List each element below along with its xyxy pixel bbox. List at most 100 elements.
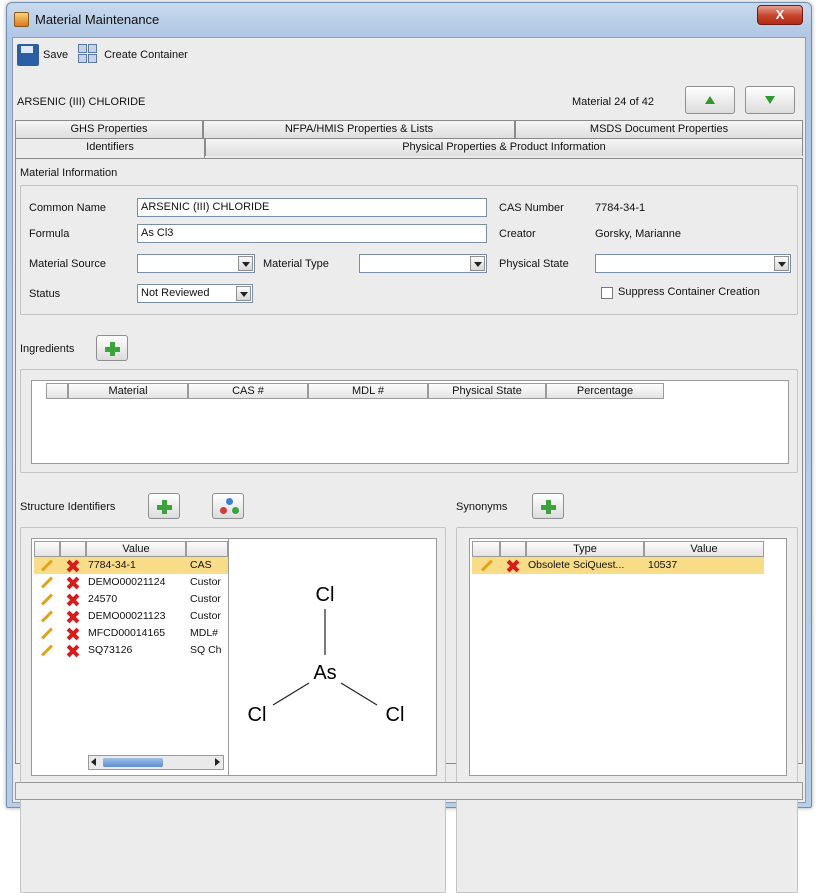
add-structure-identifier-button[interactable]: [148, 493, 180, 519]
delete-icon[interactable]: [66, 627, 80, 641]
tab-ghs-properties[interactable]: GHS Properties: [15, 120, 203, 138]
atom-cl-top: Cl: [316, 584, 335, 606]
cas-number-label: CAS Number: [499, 202, 564, 214]
material-maintenance-window: Material Maintenance X Save Create Conta…: [6, 2, 812, 893]
table-row[interactable]: MFCD00014165 MDL#: [34, 625, 228, 642]
identifier-type: Custor: [190, 593, 221, 605]
delete-icon[interactable]: [66, 576, 80, 590]
chevron-down-icon[interactable]: [236, 286, 251, 301]
ingredients-header-cas[interactable]: CAS #: [188, 383, 308, 399]
identifier-type: CAS: [190, 559, 212, 571]
toolbar: Save Create Container: [17, 42, 198, 68]
save-label: Save: [43, 49, 69, 61]
edit-pencil-icon[interactable]: [40, 593, 54, 606]
edit-pencil-icon[interactable]: [40, 576, 54, 589]
add-synonym-button[interactable]: [532, 493, 564, 519]
chevron-down-icon[interactable]: [470, 256, 485, 271]
scroll-thumb[interactable]: [103, 758, 163, 767]
tab-identifiers[interactable]: Identifiers: [15, 138, 205, 158]
identifier-value: DEMO00021123: [88, 610, 166, 622]
create-container-button[interactable]: Create Container: [78, 44, 188, 66]
structure-header-value[interactable]: Value: [86, 541, 186, 557]
ingredients-header-material[interactable]: Material: [68, 383, 188, 399]
synonyms-table[interactable]: Type Value Obsolete SciQuest... 10537: [469, 538, 787, 776]
horizontal-scrollbar[interactable]: [88, 755, 224, 770]
ingredients-header-percentage[interactable]: Percentage: [546, 383, 664, 399]
synonym-header-delete: [500, 541, 526, 557]
creator-value: Gorsky, Marianne: [595, 228, 681, 240]
ingredients-table[interactable]: Material CAS # MDL # Physical State Perc…: [31, 380, 789, 464]
table-row[interactable]: DEMO00021123 Custor: [34, 608, 228, 625]
identifier-type: Custor: [190, 576, 221, 588]
edit-pencil-icon[interactable]: [40, 644, 54, 657]
table-row[interactable]: 7784-34-1 CAS: [34, 557, 228, 574]
identifier-value: MFCD00014165: [88, 627, 166, 639]
table-row[interactable]: 24570 Custor: [34, 591, 228, 608]
save-button[interactable]: Save: [17, 44, 68, 66]
delete-icon[interactable]: [506, 559, 520, 573]
create-container-icon: [78, 44, 100, 66]
identifier-value: 7784-34-1: [88, 559, 136, 571]
synonyms-group: Type Value Obsolete SciQuest... 10537: [456, 527, 798, 893]
identifier-value: SQ73126: [88, 644, 133, 656]
identifier-type: SQ Ch: [190, 644, 222, 656]
tab-nfpa-hmis[interactable]: NFPA/HMIS Properties & Lists: [203, 120, 515, 138]
structure-header-edit: [34, 541, 60, 557]
formula-label: Formula: [29, 228, 70, 240]
edit-pencil-icon[interactable]: [480, 559, 494, 572]
material-name-header: ARSENIC (III) CHLORIDE: [17, 96, 146, 108]
next-material-button[interactable]: [745, 86, 795, 114]
creator-label: Creator: [499, 228, 536, 240]
delete-icon[interactable]: [66, 559, 80, 573]
close-button[interactable]: X: [757, 5, 803, 25]
chevron-down-icon[interactable]: [238, 256, 253, 271]
tab-msds-document[interactable]: MSDS Document Properties: [515, 120, 803, 138]
save-icon: [17, 44, 39, 66]
molecule-structure-diagram: Cl As Cl Cl: [248, 584, 405, 726]
formula-field[interactable]: As Cl3: [137, 224, 487, 243]
physical-state-select[interactable]: [595, 254, 791, 273]
status-value: Not Reviewed: [141, 287, 210, 299]
delete-icon[interactable]: [66, 610, 80, 624]
table-row[interactable]: DEMO00021124 Custor: [34, 574, 228, 591]
edit-pencil-icon[interactable]: [40, 559, 54, 572]
previous-material-button[interactable]: [685, 86, 735, 114]
structure-header-type[interactable]: [186, 541, 228, 557]
chevron-down-icon[interactable]: [774, 256, 789, 271]
ingredients-header-blank: [46, 383, 68, 399]
ingredients-group: Material CAS # MDL # Physical State Perc…: [20, 369, 798, 473]
ingredients-header-physical-state[interactable]: Physical State: [428, 383, 546, 399]
identifier-type: Custor: [190, 610, 221, 622]
suppress-container-checkbox[interactable]: [601, 287, 613, 299]
scroll-right-icon[interactable]: [215, 758, 220, 766]
identifier-value: DEMO00021124: [88, 576, 166, 588]
material-source-select[interactable]: [137, 254, 255, 273]
ingredients-label: Ingredients: [20, 343, 75, 355]
molecule-structure-view: Cl As Cl Cl: [229, 538, 437, 776]
status-label: Status: [29, 288, 61, 300]
material-type-select[interactable]: [359, 254, 487, 273]
client-area: Save Create Container ARSENIC (III) CHLO…: [12, 37, 806, 893]
arrow-up-icon: [705, 96, 715, 104]
delete-icon[interactable]: [66, 593, 80, 607]
title-bar[interactable]: Material Maintenance X: [7, 3, 811, 37]
physical-state-label: Physical State: [499, 258, 569, 270]
delete-icon[interactable]: [66, 644, 80, 658]
ingredients-header-mdl[interactable]: MDL #: [308, 383, 428, 399]
material-information-label: Material Information: [20, 167, 118, 179]
table-row[interactable]: SQ73126 SQ Ch: [34, 642, 228, 659]
edit-pencil-icon[interactable]: [40, 627, 54, 640]
material-source-label: Material Source: [29, 258, 107, 270]
common-name-field[interactable]: ARSENIC (III) CHLORIDE: [137, 198, 487, 217]
synonym-header-value[interactable]: Value: [644, 541, 764, 557]
edit-pencil-icon[interactable]: [40, 610, 54, 623]
synonym-header-type[interactable]: Type: [526, 541, 644, 557]
add-ingredient-button[interactable]: [96, 335, 128, 361]
structure-identifiers-label: Structure Identifiers: [20, 501, 116, 513]
structure-identifiers-table[interactable]: Value 7784-34-1 CAS DEMO00021124 Custor: [31, 538, 229, 776]
scroll-left-icon[interactable]: [91, 758, 96, 766]
structure-editor-button[interactable]: [212, 493, 244, 519]
status-select[interactable]: Not Reviewed: [137, 284, 253, 303]
table-row[interactable]: Obsolete SciQuest... 10537: [472, 557, 764, 574]
tab-physical-properties[interactable]: Physical Properties & Product Informatio…: [205, 138, 803, 156]
